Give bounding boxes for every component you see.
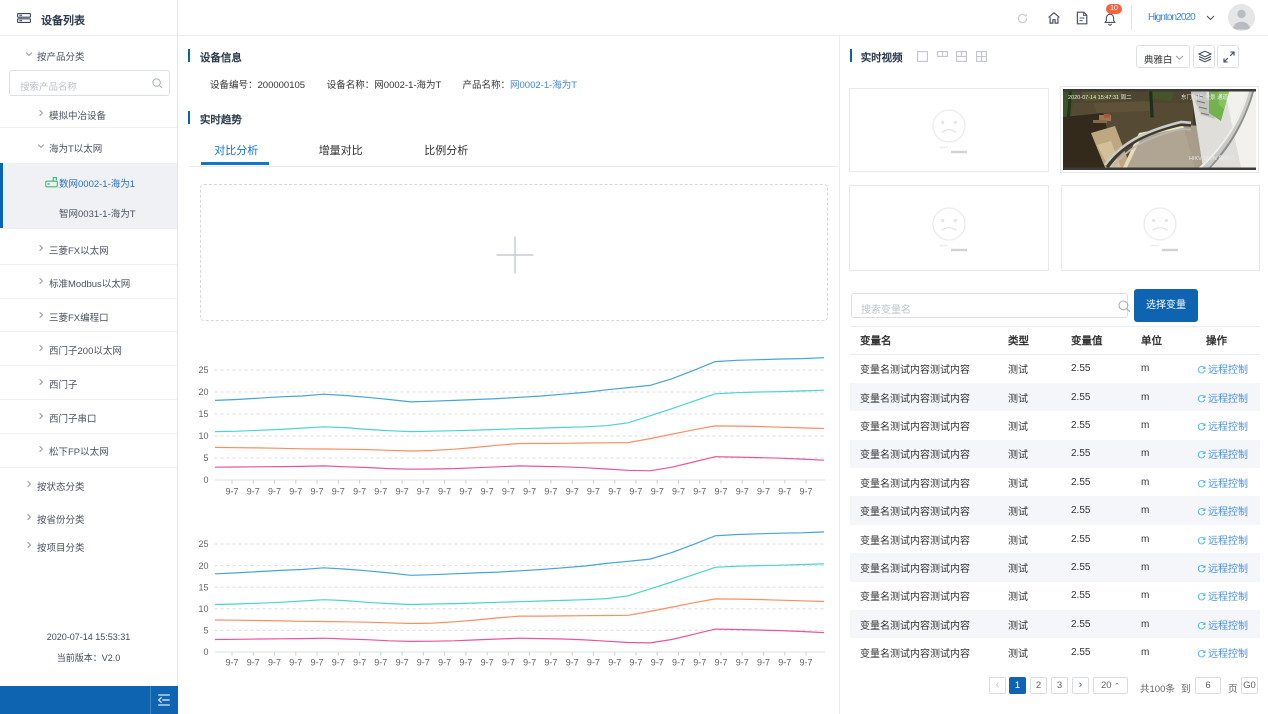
svg-text:HIKVISION 摄像机: HIKVISION 摄像机 — [1189, 154, 1235, 162]
svg-text:0: 0 — [203, 647, 208, 657]
svg-text:9-7: 9-7 — [608, 658, 621, 668]
svg-text:9-7: 9-7 — [714, 658, 727, 668]
svg-text:9-7: 9-7 — [523, 658, 536, 668]
svg-text:9-7: 9-7 — [629, 658, 642, 668]
svg-text:9-7: 9-7 — [374, 658, 387, 668]
svg-text:5: 5 — [203, 626, 208, 636]
svg-text:2020-07-14 15:47:31 周二: 2020-07-14 15:47:31 周二 — [1068, 94, 1132, 101]
svg-text:9-7: 9-7 — [268, 658, 281, 668]
svg-text:9-7: 9-7 — [566, 658, 579, 668]
svg-text:9-7: 9-7 — [332, 658, 345, 668]
svg-text:9-7: 9-7 — [693, 658, 706, 668]
svg-text:15: 15 — [198, 582, 208, 592]
svg-text:9-7: 9-7 — [353, 658, 366, 668]
svg-text:9-7: 9-7 — [672, 658, 685, 668]
svg-text:25: 25 — [198, 539, 208, 549]
svg-text:9-7: 9-7 — [757, 658, 770, 668]
svg-text:9-7: 9-7 — [481, 658, 494, 668]
svg-text:9-7: 9-7 — [459, 658, 472, 668]
svg-text:9-7: 9-7 — [651, 658, 664, 668]
svg-text:9-7: 9-7 — [438, 658, 451, 668]
svg-text:9-7: 9-7 — [736, 658, 749, 668]
svg-text:9-7: 9-7 — [799, 658, 812, 668]
svg-text:9-7: 9-7 — [502, 658, 515, 668]
svg-text:9-7: 9-7 — [587, 658, 600, 668]
svg-text:9-7: 9-7 — [225, 658, 238, 668]
svg-text:东门围栏 全景 通道01: 东门围栏 全景 通道01 — [1181, 93, 1234, 101]
svg-text:9-7: 9-7 — [247, 658, 260, 668]
svg-text:10: 10 — [198, 604, 208, 614]
svg-text:20: 20 — [198, 561, 208, 571]
svg-text:9-7: 9-7 — [778, 658, 791, 668]
svg-text:9-7: 9-7 — [544, 658, 557, 668]
svg-text:9-7: 9-7 — [289, 658, 302, 668]
svg-text:9-7: 9-7 — [396, 658, 409, 668]
svg-text:9-7: 9-7 — [417, 658, 430, 668]
svg-text:9-7: 9-7 — [310, 658, 323, 668]
